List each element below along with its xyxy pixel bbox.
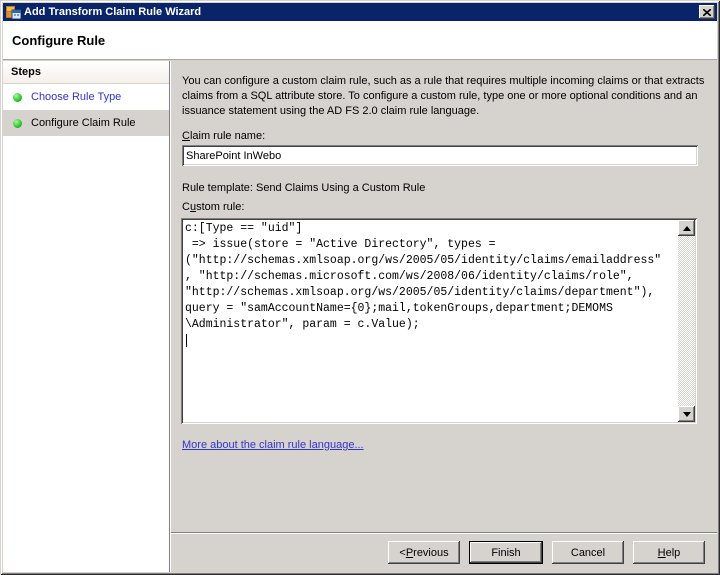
button-bar: < Previous Finish Cancel Help [171,532,717,572]
help-button[interactable]: Help [633,541,705,564]
header-band: Configure Rule [3,21,717,60]
sidebar-item-label: Configure Claim Rule [31,117,136,129]
rule-template-text: Rule template: Send Claims Using a Custo… [182,182,425,194]
custom-rule-text: c:[Type == "uid"] => issue(store = "Acti… [185,221,676,421]
page-title: Configure Rule [12,33,105,48]
steps-sidebar: Steps Choose Rule Type Configure Claim R… [3,61,169,572]
sidebar-item-choose-rule-type[interactable]: Choose Rule Type [3,84,169,110]
description-text: You can configure a custom claim rule, s… [182,74,710,119]
claim-rule-name-label: Claim rule name: [182,130,265,142]
custom-rule-label: Custom rule: [182,201,244,213]
scroll-down-button[interactable] [678,406,695,422]
cancel-button[interactable]: Cancel [552,541,624,564]
step-bullet-icon [13,119,22,128]
claim-rule-name-input[interactable] [182,145,698,166]
wizard-window: Add Transform Claim Rule Wizard Configur… [0,0,720,575]
arrow-down-icon [683,412,691,417]
steps-header: Steps [3,61,169,84]
sidebar-item-configure-claim-rule[interactable]: Configure Claim Rule [3,110,169,136]
wizard-icon [6,5,21,19]
close-button[interactable] [699,5,715,19]
window-title: Add Transform Claim Rule Wizard [24,6,699,18]
dialog-body: Steps Choose Rule Type Configure Claim R… [3,61,717,572]
main-pane: You can configure a custom claim rule, s… [171,61,717,572]
claim-rule-language-link[interactable]: More about the claim rule language... [182,439,364,451]
scrollbar-track[interactable] [678,236,695,406]
title-bar: Add Transform Claim Rule Wizard [3,3,717,21]
text-caret [186,334,187,347]
sidebar-item-label: Choose Rule Type [31,91,121,103]
close-icon [703,9,711,16]
finish-button[interactable]: Finish [469,541,543,564]
arrow-up-icon [683,226,691,231]
scroll-up-button[interactable] [678,220,695,236]
step-bullet-icon [13,93,22,102]
custom-rule-scrollbar[interactable] [678,220,695,422]
custom-rule-textarea[interactable]: c:[Type == "uid"] => issue(store = "Acti… [181,218,697,424]
previous-button[interactable]: < Previous [388,541,460,564]
